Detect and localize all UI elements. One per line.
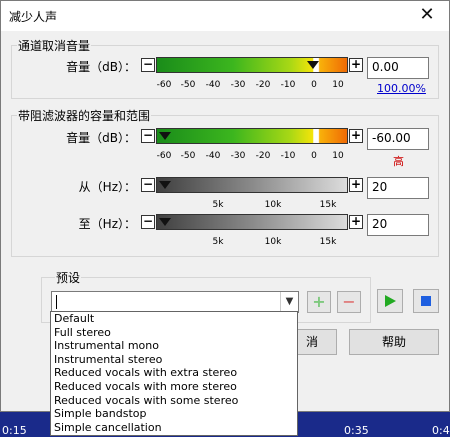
tick-label: -50 — [180, 151, 196, 161]
tick-label: 5k — [212, 237, 224, 247]
text-caret — [56, 295, 57, 309]
to-frequency-decrease-button[interactable]: − — [141, 215, 155, 229]
to-frequency-value-input[interactable]: 20 — [367, 214, 429, 236]
from-frequency-label: 从（Hz）： — [78, 180, 136, 194]
tick-label: 15k — [319, 237, 337, 247]
tick-label: -20 — [255, 151, 271, 161]
preset-combobox[interactable]: ▼ — [51, 291, 299, 313]
tick-label: -60 — [156, 151, 172, 161]
to-frequency-increase-button[interactable]: + — [349, 215, 363, 229]
title-bar: 减少人声 ✕ — [1, 1, 449, 31]
from-frequency-value-input[interactable]: 20 — [367, 177, 429, 199]
preset-option-reduced-extra-stereo[interactable]: Reduced vocals with extra stereo — [51, 366, 297, 380]
preset-option-instrumental-mono[interactable]: Instrumental mono — [51, 339, 297, 353]
tick-label: -60 — [156, 80, 172, 90]
bandstop-volume-slider[interactable] — [156, 128, 348, 144]
close-icon[interactable]: ✕ — [405, 1, 449, 31]
preset-option-instrumental-stereo[interactable]: Instrumental stereo — [51, 353, 297, 367]
channel-volume-slider[interactable] — [156, 57, 348, 73]
from-frequency-slider[interactable] — [156, 177, 348, 193]
timeline-label-035: 0:35 — [344, 424, 369, 437]
tick-label: -40 — [205, 151, 221, 161]
to-frequency-thumb[interactable] — [159, 218, 171, 226]
tick-label: -10 — [280, 151, 296, 161]
tick-label: 10 — [332, 80, 344, 90]
preset-option-reduced-more-stereo[interactable]: Reduced vocals with more stereo — [51, 380, 297, 394]
preset-option-simple-bandstop[interactable]: Simple bandstop — [51, 407, 297, 421]
timeline-label-04: 0:4 — [432, 424, 450, 437]
help-button[interactable]: 帮助 — [349, 329, 439, 355]
tick-label: 0 — [311, 80, 317, 90]
add-preset-button[interactable]: + — [307, 291, 331, 313]
bandstop-volume-thumb[interactable] — [159, 132, 171, 140]
channel-volume-decrease-button[interactable]: − — [141, 58, 155, 72]
bandstop-group-title: 带阻滤波器的容量和范围 — [17, 107, 152, 124]
tick-label: 15k — [319, 200, 337, 210]
tick-label: 5k — [212, 200, 224, 210]
play-button[interactable] — [377, 289, 403, 313]
tick-label: -50 — [180, 80, 196, 90]
timeline-label-015: 0:15 — [2, 424, 27, 437]
channel-cancel-group-title: 通道取消音量 — [17, 37, 92, 54]
preset-option-simple-cancellation[interactable]: Simple cancellation — [51, 421, 297, 435]
from-frequency-thumb[interactable] — [159, 181, 171, 189]
bandstop-volume-warning: 高 — [393, 155, 404, 168]
preset-dropdown-list[interactable]: Default Full stereo Instrumental mono In… — [50, 311, 298, 436]
bandstop-volume-increase-button[interactable]: + — [349, 129, 363, 143]
tick-label: -40 — [205, 80, 221, 90]
to-frequency-slider[interactable] — [156, 214, 348, 230]
chevron-down-icon[interactable]: ▼ — [280, 292, 298, 312]
channel-volume-thumb[interactable] — [307, 61, 319, 69]
tick-label: -30 — [230, 151, 246, 161]
bandstop-volume-decrease-button[interactable]: − — [141, 129, 155, 143]
channel-volume-label: 音量（dB）： — [66, 60, 136, 74]
bandstop-volume-label: 音量（dB）： — [66, 131, 136, 145]
channel-volume-increase-button[interactable]: + — [349, 58, 363, 72]
preset-option-full-stereo[interactable]: Full stereo — [51, 326, 297, 340]
channel-volume-tick-labels: -60 -50 -40 -30 -20 -10 0 10 — [156, 80, 348, 92]
preset-option-default[interactable]: Default — [51, 312, 297, 326]
tick-label: -20 — [255, 80, 271, 90]
tick-label: -10 — [280, 80, 296, 90]
from-frequency-decrease-button[interactable]: − — [141, 178, 155, 192]
to-frequency-label: 至（Hz）： — [78, 217, 136, 231]
play-icon — [385, 295, 396, 307]
window-title: 减少人声 — [9, 10, 58, 24]
tick-label: 10 — [332, 151, 344, 161]
tick-label: 10k — [264, 237, 282, 247]
preset-option-reduced-some-stereo[interactable]: Reduced vocals with some stereo — [51, 394, 297, 408]
channel-volume-value-input[interactable]: 0.00 — [367, 57, 429, 79]
bandstop-volume-value-input[interactable]: -60.00 — [367, 128, 429, 150]
preset-group-title: 预设 — [55, 269, 82, 286]
bandstop-volume-tick-labels: -60 -50 -40 -30 -20 -10 0 10 — [156, 151, 348, 163]
remove-preset-button[interactable]: − — [337, 291, 361, 313]
from-frequency-increase-button[interactable]: + — [349, 178, 363, 192]
stop-icon — [421, 296, 431, 306]
stop-button[interactable] — [413, 289, 439, 313]
to-frequency-tick-labels: 5k 10k 15k — [156, 237, 348, 249]
from-frequency-tick-labels: 5k 10k 15k — [156, 200, 348, 212]
tick-label: 0 — [311, 151, 317, 161]
tick-label: -30 — [230, 80, 246, 90]
channel-volume-percent-link[interactable]: 100.00% — [377, 82, 426, 95]
tick-label: 10k — [264, 200, 282, 210]
